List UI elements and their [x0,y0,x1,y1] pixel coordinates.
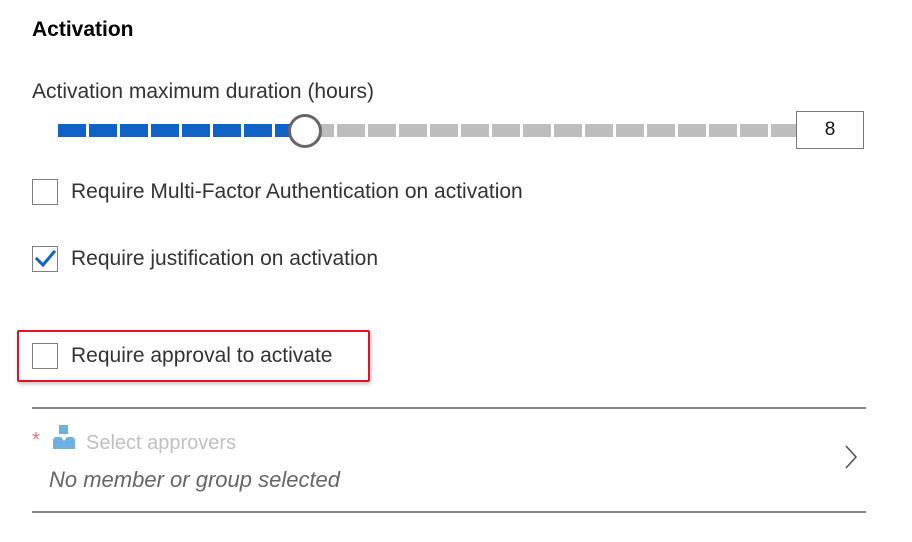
duration-label: Activation maximum duration (hours) [32,80,374,103]
slider-thumb[interactable] [288,114,322,148]
slider-segment[interactable] [709,124,737,137]
mfa-checkbox[interactable] [32,179,58,205]
slider-segment[interactable] [554,124,582,137]
slider-segment[interactable] [89,124,117,137]
slider-segment[interactable] [244,124,272,137]
slider-segment[interactable] [678,124,706,137]
justification-checkbox-label: Require justification on activation [71,247,379,270]
slider-segment[interactable] [740,124,768,137]
slider-segment[interactable] [58,124,86,137]
slider-segment[interactable] [368,124,396,137]
divider-top [32,407,866,409]
mfa-checkbox-label: Require Multi-Factor Authentication on a… [71,180,523,203]
slider-segment[interactable] [523,124,551,137]
slider-segment[interactable] [771,124,799,137]
selected-approvers-value: No member or group selected [49,467,341,492]
person-icon [53,425,75,454]
duration-value-input[interactable]: 8 [796,111,864,149]
divider-bottom [32,511,866,513]
slider-segment[interactable] [213,124,241,137]
duration-slider[interactable] [58,113,799,148]
slider-segment[interactable] [399,124,427,137]
slider-segment[interactable] [182,124,210,137]
slider-segment[interactable] [585,124,613,137]
slider-segment[interactable] [430,124,458,137]
slider-segment[interactable] [492,124,520,137]
chevron-right-icon[interactable] [844,444,858,475]
approval-checkbox[interactable] [32,343,58,369]
select-approvers-label: Select approvers [86,432,237,454]
approval-checkbox-label: Require approval to activate [71,344,333,367]
slider-segment[interactable] [461,124,489,137]
checkmark-icon [35,250,56,268]
slider-segment[interactable] [151,124,179,137]
mfa-checkbox-row[interactable]: Require Multi-Factor Authentication on a… [32,179,523,205]
select-approvers-picker[interactable]: * Select approvers No member or group se… [32,410,866,510]
slider-segment[interactable] [616,124,644,137]
justification-checkbox-row[interactable]: Require justification on activation [32,246,378,272]
justification-checkbox[interactable] [32,246,58,272]
slider-segment[interactable] [120,124,148,137]
slider-segment[interactable] [647,124,675,137]
slider-segment[interactable] [337,124,365,137]
required-marker: * [32,429,40,451]
section-title: Activation [32,18,134,41]
approval-checkbox-row[interactable]: Require approval to activate [32,343,333,369]
